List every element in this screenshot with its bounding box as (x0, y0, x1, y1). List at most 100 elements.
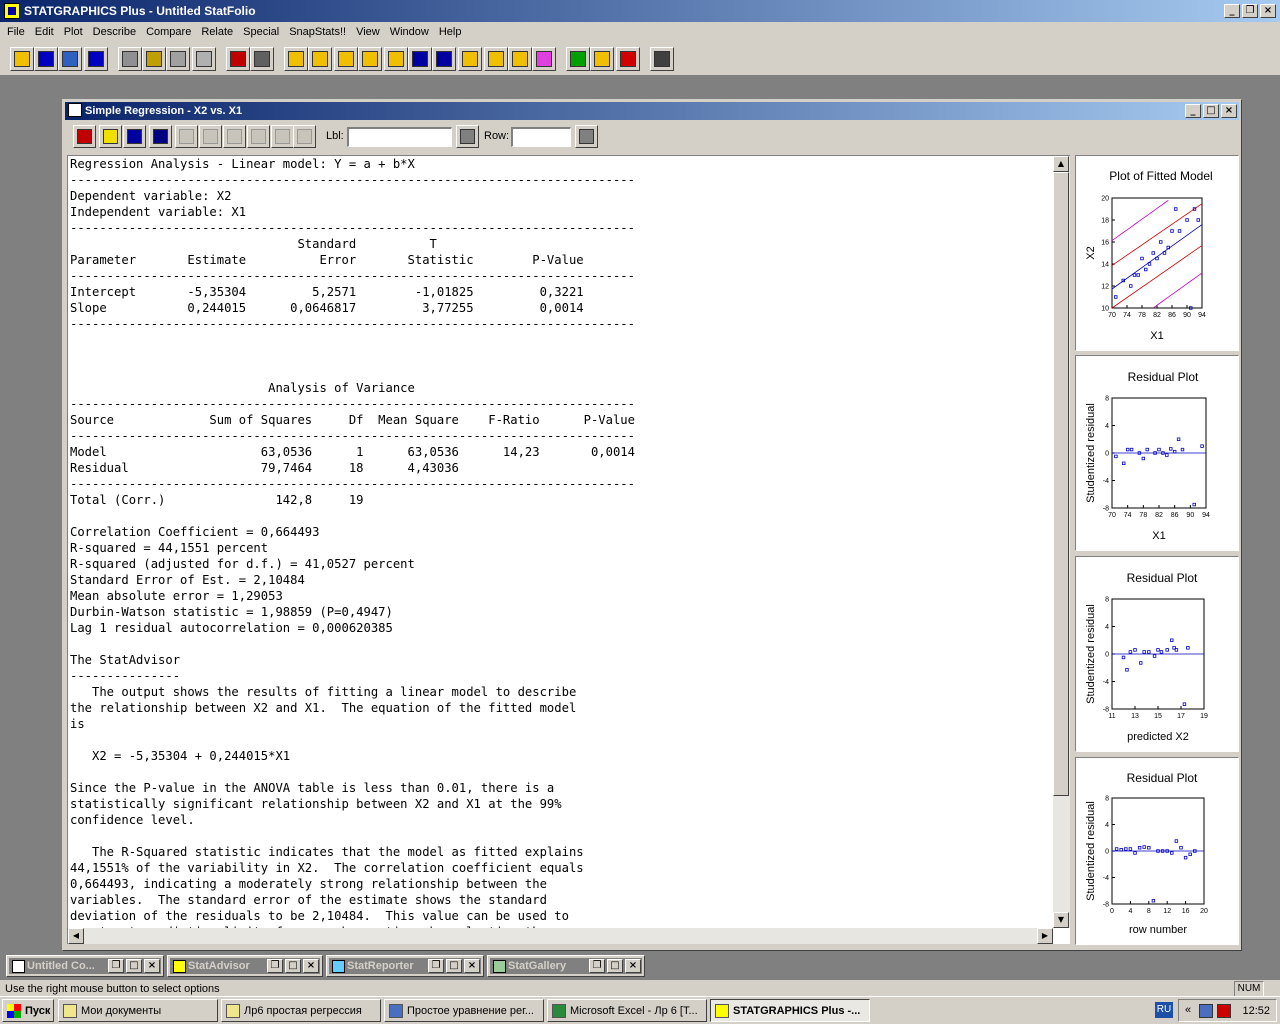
network-icon[interactable] (1199, 1004, 1213, 1018)
horizontal-scrollbar[interactable]: ◀ ▶ (68, 928, 1053, 944)
scatter-button[interactable] (384, 47, 408, 71)
maximize-button[interactable]: □ (446, 959, 462, 973)
restore-button[interactable]: ❐ (428, 959, 444, 973)
distribution-button[interactable] (432, 47, 456, 71)
next-button[interactable] (566, 47, 590, 71)
close-button[interactable]: × (1260, 4, 1276, 18)
scroll-left-arrow-icon[interactable]: ◀ (68, 928, 84, 944)
open-folder-button[interactable] (10, 47, 34, 71)
taskbar-item-excel[interactable]: Microsoft Excel - Лр 6 [Т... (547, 999, 707, 1022)
taskbar-item-lr6-folder[interactable]: Лр6 простая регрессия (221, 999, 381, 1022)
taskbar-item-my-documents[interactable]: Мои документы (58, 999, 218, 1022)
y-tick-label: 14 (1101, 262, 1109, 269)
save-button[interactable] (34, 47, 58, 71)
minimized-statreporter-window[interactable]: StatReporter ❐ □ × (326, 955, 484, 977)
menu-plot[interactable]: Plot (59, 26, 88, 38)
zoom-button[interactable] (223, 125, 246, 148)
vertical-scroll-thumb[interactable] (1053, 172, 1069, 796)
label-locate-button[interactable] (456, 125, 479, 148)
statgraphics-app-icon[interactable] (4, 3, 20, 19)
xy-button[interactable] (358, 47, 382, 71)
language-indicator[interactable]: RU (1155, 1002, 1173, 1018)
tabular-options-button[interactable] (99, 125, 122, 148)
analysis-output-pane[interactable]: Regression Analysis - Linear model: Y = … (67, 155, 1070, 944)
datasheet-button[interactable] (58, 47, 82, 71)
move-button[interactable] (199, 125, 222, 148)
minimized-statfolio-window[interactable]: Untitled Co... ❐ □ × (6, 955, 164, 977)
brush-button[interactable] (247, 125, 270, 148)
taskbar-item-statgraphics[interactable]: STATGRAPHICS Plus -... (710, 999, 870, 1022)
menu-special[interactable]: Special (238, 26, 284, 38)
restore-button[interactable]: ❐ (589, 959, 605, 973)
menu-compare[interactable]: Compare (141, 26, 196, 38)
menu-help[interactable]: Help (434, 26, 467, 38)
analysis-options-button[interactable] (175, 125, 198, 148)
label-input[interactable] (347, 127, 452, 147)
residual-plot-row-pane[interactable]: Residual Plot 0 4 8 12 16 20 8 4 0 -4 -8 row number S… (1075, 757, 1239, 945)
vertical-scrollbar[interactable]: ▲ ▼ (1053, 156, 1070, 928)
scroll-down-arrow-icon[interactable]: ▼ (1053, 912, 1069, 928)
restore-button[interactable]: ❐ (267, 959, 283, 973)
paste-button[interactable] (166, 47, 190, 71)
print-preview-button[interactable] (250, 47, 274, 71)
antivirus-icon[interactable] (1217, 1004, 1231, 1018)
maximize-button[interactable]: □ (126, 959, 142, 973)
child-titlebar[interactable]: Simple Regression - X2 vs. X1 _ □ × (65, 102, 1239, 120)
tray-expand-icon[interactable]: « (1185, 1004, 1191, 1016)
minimize-button[interactable]: _ (1224, 4, 1240, 18)
menu-relate[interactable]: Relate (196, 26, 238, 38)
sphere-button[interactable] (484, 47, 508, 71)
identify-button[interactable] (271, 125, 294, 148)
undo-button[interactable] (192, 47, 216, 71)
plus-minus-button[interactable] (293, 125, 316, 148)
advisor-button[interactable] (590, 47, 614, 71)
analysis-window-icon[interactable] (68, 103, 82, 117)
menu-describe[interactable]: Describe (88, 26, 141, 38)
close-button[interactable]: × (464, 959, 480, 973)
minimized-statgallery-window[interactable]: StatGallery ❐ □ × (487, 955, 645, 977)
gallery-button[interactable] (532, 47, 556, 71)
row-locate-button[interactable] (575, 125, 598, 148)
maximize-button[interactable]: □ (285, 959, 301, 973)
calculator-button[interactable] (650, 47, 674, 71)
menu-file[interactable]: File (2, 26, 30, 38)
maximize-button[interactable]: □ (607, 959, 623, 973)
scroll-right-arrow-icon[interactable]: ▶ (1037, 928, 1053, 944)
start-button[interactable]: Пуск (2, 999, 54, 1022)
residual-plot-predicted-pane[interactable]: Residual Plot 11 13 15 17 19 8 4 0 -4 -8 predicted … (1075, 556, 1239, 752)
app-titlebar[interactable]: STATGRAPHICS Plus - Untitled StatFolio _… (0, 0, 1280, 22)
save-results-button[interactable] (149, 125, 172, 148)
histogram-button[interactable] (334, 47, 358, 71)
help-button[interactable] (616, 47, 640, 71)
child-maximize-button[interactable]: □ (1203, 104, 1219, 118)
menu-window[interactable]: Window (385, 26, 434, 38)
close-button[interactable]: × (625, 959, 641, 973)
residual-plot-x1-pane[interactable]: Residual Plot 70 74 78 82 86 90 94 8 4 0 -4 -8 X1 Stud… (1075, 355, 1239, 551)
close-button[interactable]: × (303, 959, 319, 973)
save-data-button[interactable] (84, 47, 108, 71)
menu-edit[interactable]: Edit (30, 26, 59, 38)
input-dialog-button[interactable] (73, 125, 96, 148)
restore-button[interactable]: ❐ (108, 959, 124, 973)
child-minimize-button[interactable]: _ (1185, 104, 1201, 118)
copy-button[interactable] (142, 47, 166, 71)
boxplot-button[interactable] (508, 47, 532, 71)
close-button[interactable]: × (144, 959, 160, 973)
print-button[interactable] (226, 47, 250, 71)
fitted-model-plot-pane[interactable]: Plot of Fitted Model 70 74 78 82 86 90 94 10 12 14… (1075, 155, 1239, 351)
graphical-options-button[interactable] (123, 125, 146, 148)
summary-button[interactable] (308, 47, 332, 71)
lineplot-button[interactable] (408, 47, 432, 71)
scroll-up-arrow-icon[interactable]: ▲ (1053, 156, 1069, 172)
menu-snapstats[interactable]: SnapStats!! (284, 26, 351, 38)
scatterplot-button[interactable] (284, 47, 308, 71)
row-input[interactable] (511, 127, 571, 147)
child-close-button[interactable]: × (1221, 104, 1237, 118)
cut-button[interactable] (118, 47, 142, 71)
menu-view[interactable]: View (351, 26, 385, 38)
taskbar-item-word-document[interactable]: Простое уравнение рег... (384, 999, 544, 1022)
minimized-statadvisor-window[interactable]: StatAdvisor ❐ □ × (167, 955, 323, 977)
restore-button[interactable]: ❐ (1242, 4, 1258, 18)
trend-button[interactable] (458, 47, 482, 71)
next-icon (570, 51, 586, 67)
